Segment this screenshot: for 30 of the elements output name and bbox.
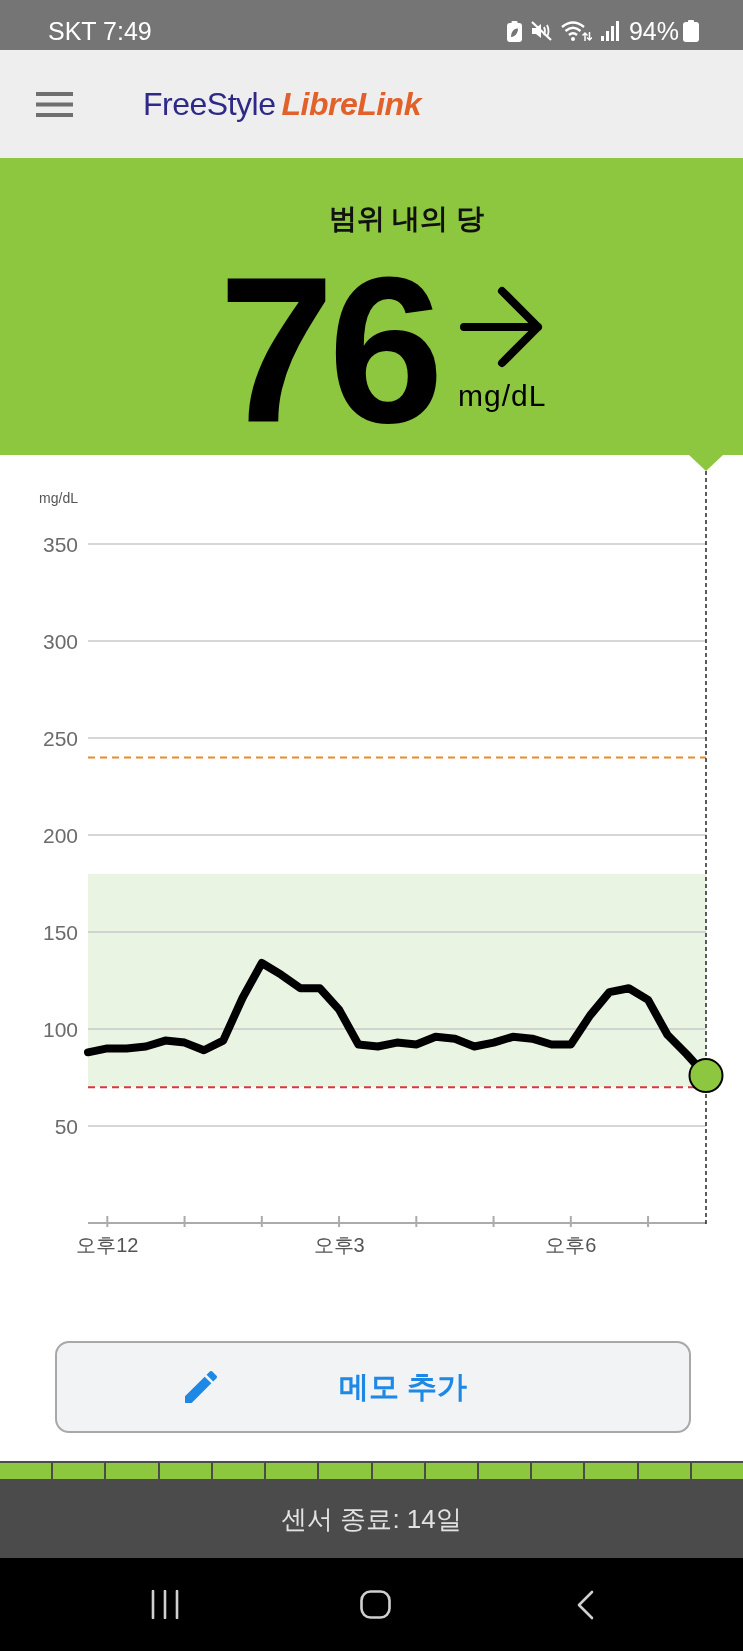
y-tick-label: 350	[42, 532, 78, 556]
glucose-unit: mg/dL	[458, 379, 547, 413]
add-memo-button[interactable]: 메모 추가	[55, 1341, 691, 1433]
pencil-icon	[185, 1371, 217, 1403]
x-tick-label: 오후6	[545, 1234, 597, 1256]
current-reading-dot	[688, 1058, 724, 1094]
recent-apps-icon[interactable]	[150, 1590, 180, 1619]
glucose-value: 76	[218, 257, 438, 445]
menu-icon[interactable]	[36, 91, 73, 117]
y-tick-label: 250	[42, 726, 78, 750]
y-axis-unit-label: mg/dL	[39, 490, 78, 506]
signal-icon	[600, 21, 620, 41]
glucose-status-title: 범위 내의 당	[328, 202, 485, 236]
mute-icon	[530, 21, 552, 41]
x-tick-label: 오후12	[76, 1234, 139, 1256]
app-logo: FreeStyle LibreLink	[143, 85, 421, 124]
battery-percent: 94%	[628, 16, 679, 46]
y-tick-label: 150	[42, 920, 78, 944]
status-carrier-time: SKT 7:49	[48, 16, 152, 46]
y-tick-label: 100	[42, 1017, 78, 1041]
back-icon[interactable]	[576, 1589, 594, 1620]
y-tick-label: 50	[54, 1114, 78, 1138]
sensor-expiry-text: 센서 종료: 14일	[281, 1502, 462, 1535]
x-tick-label: 오후3	[313, 1234, 365, 1256]
battery-icon	[683, 20, 699, 42]
y-tick-label: 300	[42, 629, 78, 653]
y-tick-label: 200	[42, 823, 78, 847]
home-icon[interactable]	[359, 1590, 391, 1619]
battery-saving-icon	[506, 20, 522, 42]
wifi-icon	[560, 20, 592, 42]
